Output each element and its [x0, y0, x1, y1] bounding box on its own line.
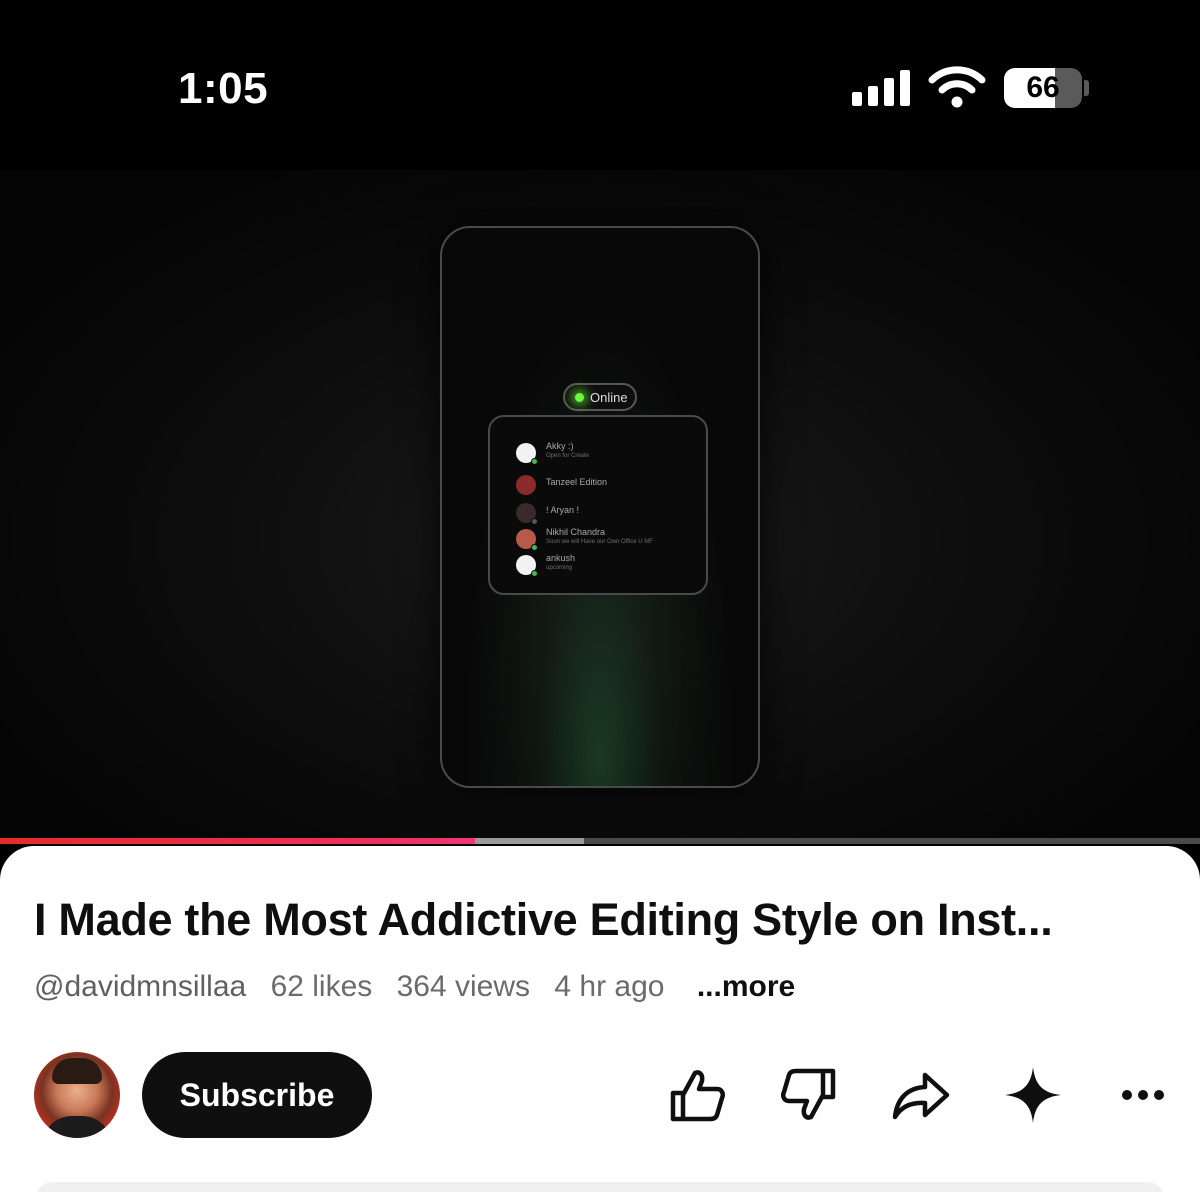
wifi-icon	[928, 66, 986, 108]
progress-played	[0, 838, 476, 844]
status-time: 1:05	[178, 64, 269, 113]
status-bar: 1:05 66	[0, 0, 1200, 170]
friend-status: upcoming	[546, 565, 573, 571]
friend-avatar	[516, 555, 538, 577]
video-metadata[interactable]: @davidmnsillaa 62 likes 364 views 4 hr a…	[34, 970, 811, 1004]
friend-name: Nikhil Chandra	[546, 527, 606, 537]
friend-row: Tanzeel Edition	[516, 473, 701, 497]
video-player[interactable]: Online Akky :) Open for Create Tanzeel E…	[0, 170, 1200, 842]
friend-row: Nikhil Chandra Soon we will Have our Own…	[516, 527, 701, 551]
video-title[interactable]: I Made the Most Addictive Editing Style …	[34, 894, 1174, 946]
upload-age: 4 hr ago	[554, 970, 665, 1003]
friend-avatar	[516, 503, 538, 525]
sparkle-icon[interactable]	[1002, 1064, 1064, 1126]
friend-name: Tanzeel Edition	[546, 477, 608, 487]
friend-status: Open for Create	[546, 453, 590, 459]
thumbs-up-icon[interactable]	[666, 1064, 728, 1126]
friend-name: ! Aryan !	[546, 505, 580, 515]
online-status-pill: Online	[563, 383, 637, 411]
more-options-icon[interactable]	[1112, 1064, 1174, 1126]
like-count: 62 likes	[270, 970, 373, 1003]
channel-avatar[interactable]	[34, 1052, 120, 1138]
subscribe-button[interactable]: Subscribe	[142, 1052, 372, 1138]
video-info-panel: I Made the Most Addictive Editing Style …	[0, 846, 1200, 1192]
battery-tip	[1084, 80, 1089, 96]
friend-avatar	[516, 443, 538, 465]
cellular-signal-icon	[852, 70, 912, 106]
online-label: Online	[590, 390, 628, 405]
friend-name: ankush	[546, 553, 576, 563]
video-progress-bar[interactable]	[0, 838, 1200, 844]
friend-status: Soon we will Have our Own Office U MF	[546, 539, 653, 545]
friend-avatar	[516, 475, 536, 495]
share-icon[interactable]	[890, 1064, 952, 1126]
friends-list-card: Akky :) Open for Create Tanzeel Edition …	[488, 415, 708, 595]
friend-avatar	[516, 529, 538, 551]
online-dot-icon	[575, 393, 584, 402]
view-count: 364 views	[396, 970, 531, 1003]
friend-row: ankush upcoming	[516, 553, 701, 577]
friend-row: Akky :) Open for Create	[516, 441, 701, 465]
thumbs-down-icon[interactable]	[778, 1064, 840, 1126]
battery-percentage: 66	[1026, 71, 1060, 104]
channel-handle[interactable]: @davidmnsillaa	[34, 970, 246, 1003]
friend-name: Akky :)	[546, 441, 574, 451]
more-description-link[interactable]: ...more	[697, 970, 795, 1003]
battery-icon: 66	[1004, 68, 1082, 108]
next-section-card-edge	[36, 1182, 1164, 1192]
friend-row: ! Aryan !	[516, 501, 701, 525]
